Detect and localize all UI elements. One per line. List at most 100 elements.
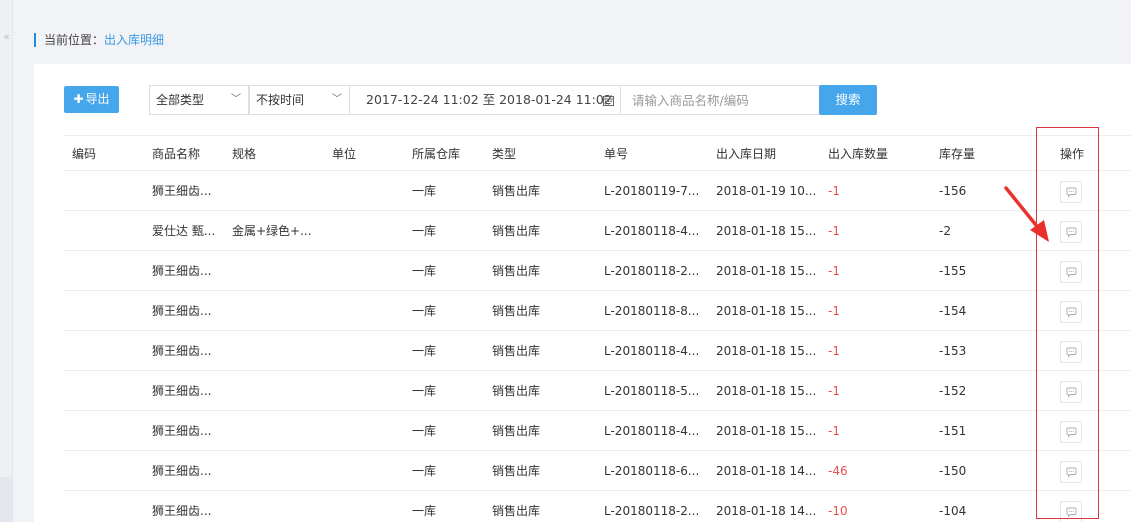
cell-qty: -1 — [820, 170, 931, 211]
cell-order: L-20180118-2... — [596, 250, 708, 291]
cell-code — [64, 250, 144, 291]
cell-name: 狮王细齿... — [144, 490, 224, 522]
table-row: 狮王细齿... 一库 销售出库 L-20180118-4... 2018-01-… — [64, 410, 1131, 451]
comment-icon[interactable] — [1060, 500, 1082, 522]
cell-code — [64, 450, 144, 491]
cell-stock: -151 — [931, 410, 1042, 451]
cell-order: L-20180118-6... — [596, 450, 708, 491]
chevron-down-icon: ﹀ — [332, 94, 342, 105]
header-order[interactable]: 单号 — [596, 135, 708, 171]
cell-stock: -150 — [931, 450, 1042, 491]
cell-name: 狮王细齿... — [144, 450, 224, 491]
cell-order: L-20180118-8... — [596, 290, 708, 331]
cell-type: 销售出库 — [484, 170, 596, 211]
cell-stock: -153 — [931, 330, 1042, 371]
time-select[interactable]: 不按时间 ﹀ — [249, 85, 350, 115]
table-row: 狮王细齿... 一库 销售出库 L-20180118-2... 2018-01-… — [64, 490, 1131, 522]
table-row: 狮王细齿... 一库 销售出库 L-20180119-7... 2018-01-… — [64, 170, 1131, 211]
header-date[interactable]: 出入库日期 — [708, 135, 820, 171]
cell-date: 2018-01-18 15... — [708, 210, 820, 251]
comment-icon[interactable] — [1060, 260, 1082, 283]
cell-unit — [324, 490, 404, 522]
cell-name: 狮王细齿... — [144, 170, 224, 211]
cell-type: 销售出库 — [484, 490, 596, 522]
cell-code — [64, 290, 144, 331]
cell-stock: -156 — [931, 170, 1042, 211]
cell-stock: -152 — [931, 370, 1042, 411]
comment-icon[interactable] — [1060, 180, 1082, 203]
cell-type: 销售出库 — [484, 450, 596, 491]
cell-qty: -1 — [820, 250, 931, 291]
cell-actions — [1042, 290, 1131, 331]
cell-actions — [1042, 410, 1131, 451]
export-button[interactable]: ✚ 导出 — [64, 86, 119, 113]
cell-code — [64, 370, 144, 411]
header-spec[interactable]: 规格 — [224, 135, 324, 171]
cell-date: 2018-01-18 15... — [708, 410, 820, 451]
header-qty[interactable]: 出入库数量 — [820, 135, 931, 171]
cell-warehouse: 一库 — [404, 370, 484, 411]
cell-qty: -1 — [820, 370, 931, 411]
comment-icon[interactable] — [1060, 220, 1082, 243]
cell-order: L-20180119-7... — [596, 170, 708, 211]
cell-stock: -155 — [931, 250, 1042, 291]
cell-unit — [324, 450, 404, 491]
comment-icon[interactable] — [1060, 380, 1082, 403]
type-select[interactable]: 全部类型 ﹀ — [149, 85, 249, 115]
header-type[interactable]: 类型 — [484, 135, 596, 171]
cell-date: 2018-01-18 15... — [708, 370, 820, 411]
cell-qty: -1 — [820, 330, 931, 371]
plus-icon: ✚ — [73, 92, 84, 106]
breadcrumb: 当前位置：出入库明细 — [34, 33, 164, 47]
cell-warehouse: 一库 — [404, 170, 484, 211]
header-warehouse[interactable]: 所属仓库 — [404, 135, 484, 171]
cell-spec — [224, 250, 324, 291]
table-row: 狮王细齿... 一库 销售出库 L-20180118-5... 2018-01-… — [64, 370, 1131, 411]
cell-code — [64, 210, 144, 251]
breadcrumb-current[interactable]: 出入库明细 — [104, 33, 164, 47]
cell-code — [64, 170, 144, 211]
comment-icon[interactable] — [1060, 300, 1082, 323]
comment-icon[interactable] — [1060, 340, 1082, 363]
cell-warehouse: 一库 — [404, 330, 484, 371]
calendar-icon — [603, 95, 614, 106]
comment-icon[interactable] — [1060, 420, 1082, 443]
cell-name: 狮王细齿... — [144, 290, 224, 331]
cell-unit — [324, 210, 404, 251]
cell-actions — [1042, 490, 1131, 522]
search-button[interactable]: 搜索 — [819, 85, 877, 115]
cell-date: 2018-01-18 15... — [708, 330, 820, 371]
table-header-row: 编码 商品名称 规格 单位 所属仓库 类型 单号 出入库日期 出入库数量 库存量… — [64, 135, 1131, 171]
double-chevron-left-icon[interactable]: « — [0, 30, 13, 43]
cell-actions — [1042, 170, 1131, 211]
cell-date: 2018-01-19 10... — [708, 170, 820, 211]
cell-spec — [224, 450, 324, 491]
cell-order: L-20180118-2... — [596, 490, 708, 522]
breadcrumb-prefix: 当前位置： — [44, 33, 105, 47]
cell-unit — [324, 370, 404, 411]
date-range-value: 2017-12-24 11:02 至 2018-01-24 11:02 — [366, 92, 612, 107]
cell-code — [64, 490, 144, 522]
comment-icon[interactable] — [1060, 460, 1082, 483]
cell-qty: -1 — [820, 410, 931, 451]
cell-qty: -1 — [820, 210, 931, 251]
cell-qty: -46 — [820, 450, 931, 491]
main-panel: ✚ 导出 全部类型 ﹀ 不按时间 ﹀ 2017-12-24 11:02 至 201… — [34, 64, 1131, 522]
cell-stock: -2 — [931, 210, 1042, 251]
cell-type: 销售出库 — [484, 330, 596, 371]
sidebar-bottom-block — [0, 477, 12, 522]
cell-spec — [224, 170, 324, 211]
date-range-picker[interactable]: 2017-12-24 11:02 至 2018-01-24 11:02 — [349, 85, 621, 115]
header-unit[interactable]: 单位 — [324, 135, 404, 171]
table-row: 狮王细齿... 一库 销售出库 L-20180118-2... 2018-01-… — [64, 250, 1131, 291]
cell-date: 2018-01-18 14... — [708, 490, 820, 522]
cell-warehouse: 一库 — [404, 410, 484, 451]
header-code[interactable]: 编码 — [64, 135, 144, 171]
header-name[interactable]: 商品名称 — [144, 135, 224, 171]
cell-spec — [224, 330, 324, 371]
header-stock[interactable]: 库存量 — [931, 135, 1042, 171]
chevron-down-icon: ﹀ — [231, 94, 241, 105]
cell-type: 销售出库 — [484, 250, 596, 291]
search-input[interactable] — [620, 85, 820, 115]
cell-spec — [224, 410, 324, 451]
